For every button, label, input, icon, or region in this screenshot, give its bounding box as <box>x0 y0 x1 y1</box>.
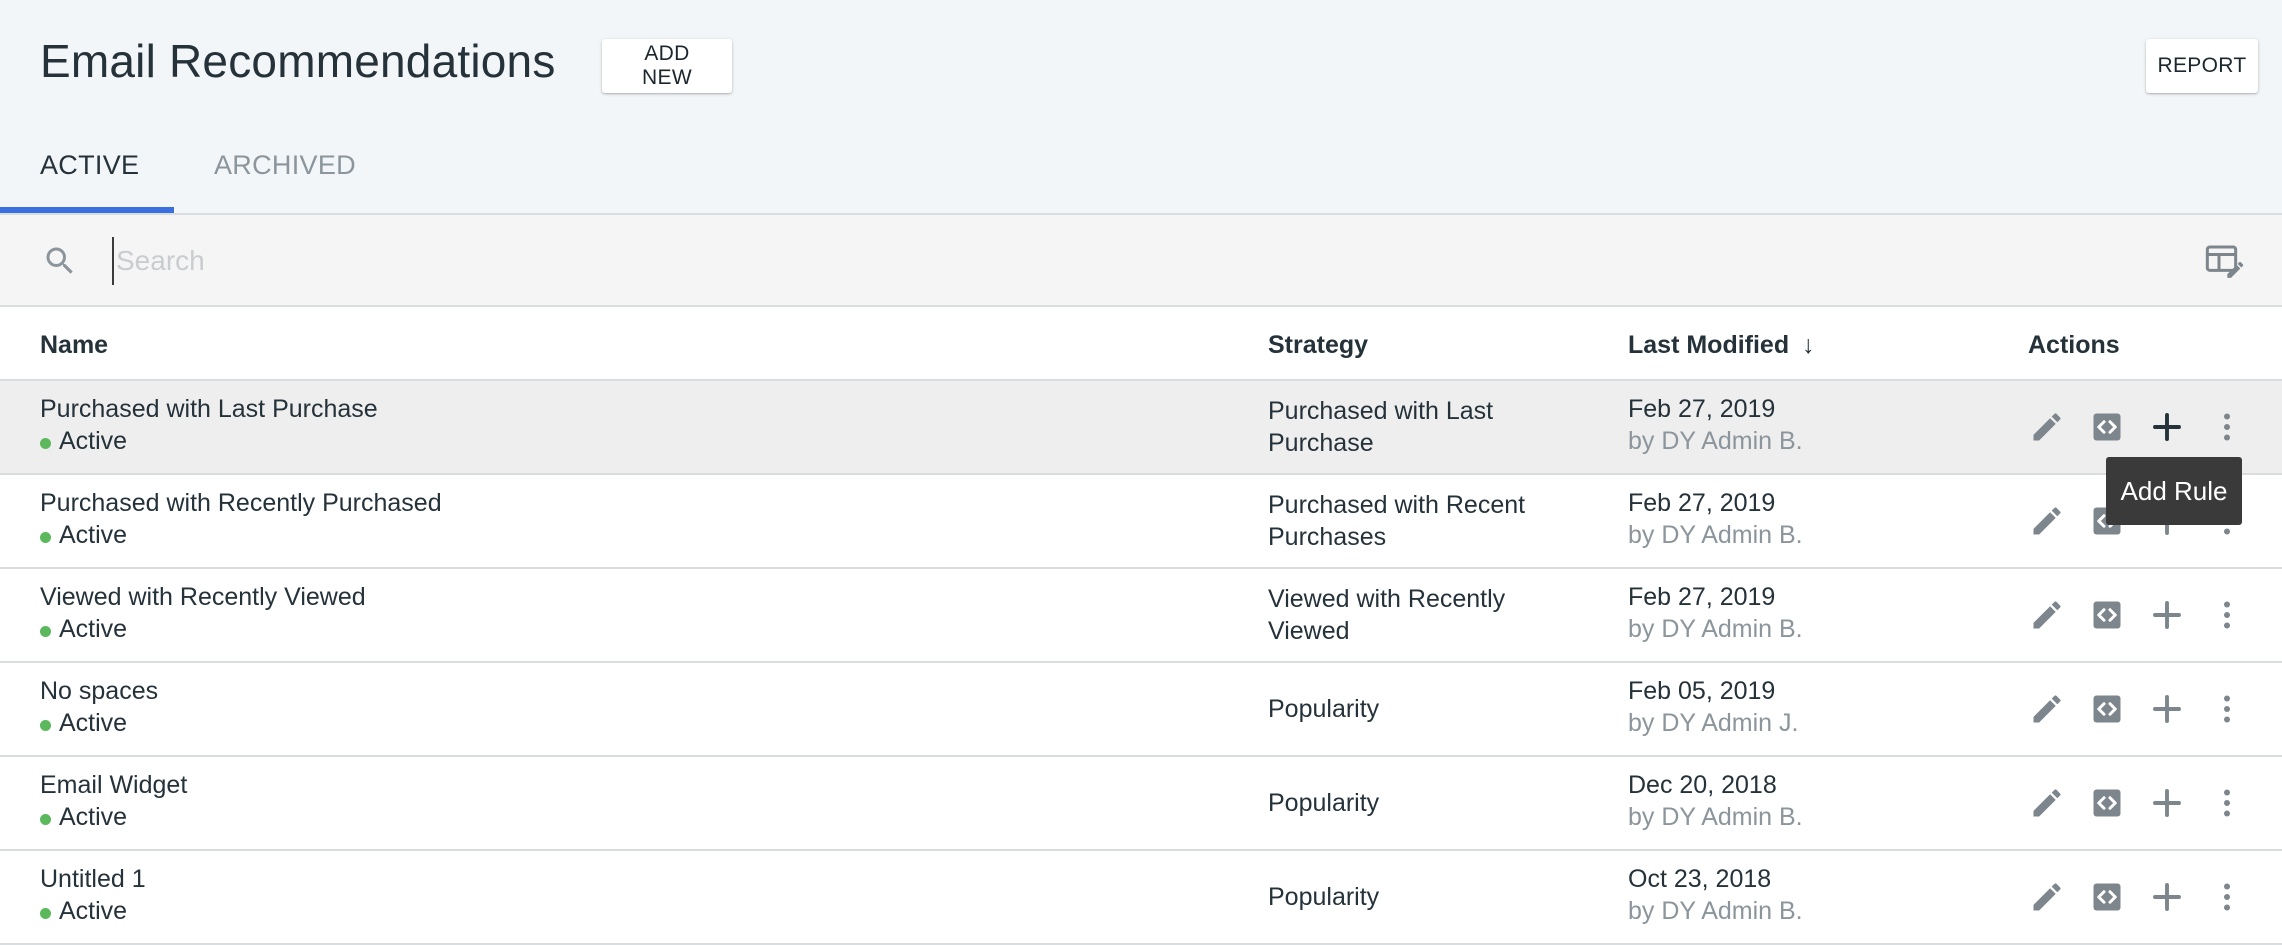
more-vertical-icon[interactable] <box>2209 409 2245 445</box>
row-name[interactable]: Purchased with Recently Purchased <box>40 489 442 518</box>
table-row[interactable]: Purchased with Last Purchase Active Purcha… <box>0 381 2282 475</box>
pencil-icon[interactable] <box>2029 503 2065 539</box>
row-modified-by: by DY Admin B. <box>1628 803 1803 831</box>
edit-columns-icon[interactable] <box>2204 242 2244 282</box>
row-strategy-line1: Popularity <box>1268 789 1380 817</box>
row-status: Active <box>40 615 127 644</box>
report-button[interactable]: REPORT <box>2146 39 2258 93</box>
row-status-label: Active <box>59 615 128 643</box>
row-modified-by: by DY Admin B. <box>1628 427 1803 455</box>
table-row[interactable]: Purchased with Recently Purchased Active P… <box>0 475 2282 569</box>
status-dot-icon <box>40 625 51 637</box>
row-last-modified-date: Feb 27, 2019 <box>1628 395 1776 423</box>
row-strategy-line1: Popularity <box>1268 883 1380 911</box>
row-status-label: Active <box>59 427 128 455</box>
row-status-label: Active <box>59 897 128 925</box>
active-tab-indicator <box>0 207 174 213</box>
row-strategy: Popularity <box>1268 693 1568 725</box>
row-name[interactable]: No spaces <box>40 677 158 706</box>
table-row[interactable]: Untitled 1 Active Popularity Oct 23, 2018 by… <box>0 851 2282 945</box>
row-status: Active <box>40 709 127 738</box>
row-status: Active <box>40 803 127 832</box>
row-strategy: Purchased with Recent Purchases <box>1268 489 1568 553</box>
row-last-modified-date: Oct 23, 2018 <box>1628 865 1772 893</box>
column-header-strategy[interactable]: Strategy <box>1268 331 1368 360</box>
pencil-icon[interactable] <box>2029 691 2065 727</box>
row-strategy: Popularity <box>1268 787 1568 819</box>
plus-icon[interactable] <box>2149 785 2185 821</box>
plus-icon[interactable] <box>2149 879 2185 915</box>
table-row[interactable]: Email Widget Active Popularity Dec 20, 2018… <box>0 757 2282 851</box>
row-strategy-line2: Purchase <box>1268 429 1374 457</box>
page-title: Email Recommendations <box>40 35 556 87</box>
row-status: Active <box>40 897 127 926</box>
code-icon[interactable] <box>2089 879 2125 915</box>
plus-icon[interactable] <box>2149 691 2185 727</box>
add-rule-tooltip: Add Rule <box>2106 457 2242 525</box>
column-header-last-modified-label: Last Modified <box>1628 331 1790 359</box>
status-dot-icon <box>40 907 51 919</box>
page-header: Email Recommendations ADD NEW REPORT ACT… <box>0 0 2282 215</box>
row-modified-by: by DY Admin J. <box>1628 709 1799 737</box>
pencil-icon[interactable] <box>2029 785 2065 821</box>
column-header-last-modified[interactable]: Last Modified ↓ <box>1628 331 1815 360</box>
status-dot-icon <box>40 813 51 825</box>
more-vertical-icon[interactable] <box>2209 691 2245 727</box>
row-strategy-line2: Purchases <box>1268 523 1387 551</box>
row-last-modified-date: Feb 05, 2019 <box>1628 677 1776 705</box>
row-name[interactable]: Purchased with Last Purchase <box>40 395 378 424</box>
search-input[interactable] <box>112 237 1112 285</box>
table-row[interactable]: Viewed with Recently Viewed Active Viewed … <box>0 569 2282 663</box>
row-modified-by: by DY Admin B. <box>1628 615 1803 643</box>
row-strategy: Viewed with Recently Viewed <box>1268 583 1568 647</box>
row-last-modified-date: Feb 27, 2019 <box>1628 489 1776 517</box>
code-icon[interactable] <box>2089 785 2125 821</box>
row-strategy-line1: Viewed with Recently <box>1268 585 1506 613</box>
row-strategy-line1: Popularity <box>1268 695 1380 723</box>
pencil-icon[interactable] <box>2029 879 2065 915</box>
row-name[interactable]: Viewed with Recently Viewed <box>40 583 366 612</box>
row-status: Active <box>40 427 127 456</box>
row-modified-by: by DY Admin B. <box>1628 897 1803 925</box>
row-last-modified-date: Feb 27, 2019 <box>1628 583 1776 611</box>
table-row[interactable]: No spaces Active Popularity Feb 05, 2019 by … <box>0 663 2282 757</box>
row-status-label: Active <box>59 521 128 549</box>
row-status-label: Active <box>59 709 128 737</box>
code-icon[interactable] <box>2089 409 2125 445</box>
add-new-button[interactable]: ADD NEW <box>602 39 732 93</box>
sort-descending-icon: ↓ <box>1802 331 1815 359</box>
row-strategy: Purchased with Last Purchase <box>1268 395 1568 459</box>
code-icon[interactable] <box>2089 691 2125 727</box>
pencil-icon[interactable] <box>2029 597 2065 633</box>
search-icon <box>42 243 78 279</box>
row-name[interactable]: Email Widget <box>40 771 187 800</box>
plus-icon[interactable] <box>2149 597 2185 633</box>
tab-active[interactable]: ACTIVE <box>40 150 139 181</box>
code-icon[interactable] <box>2089 597 2125 633</box>
plus-icon[interactable] <box>2149 409 2185 445</box>
pencil-icon[interactable] <box>2029 409 2065 445</box>
row-last-modified-date: Dec 20, 2018 <box>1628 771 1777 799</box>
more-vertical-icon[interactable] <box>2209 879 2245 915</box>
row-strategy-line1: Purchased with Last <box>1268 397 1494 425</box>
column-header-actions: Actions <box>2028 331 2120 359</box>
tab-archived[interactable]: ARCHIVED <box>214 150 356 181</box>
more-vertical-icon[interactable] <box>2209 785 2245 821</box>
row-strategy: Popularity <box>1268 881 1568 913</box>
more-vertical-icon[interactable] <box>2209 597 2245 633</box>
row-modified-by: by DY Admin B. <box>1628 521 1803 549</box>
row-strategy-line1: Purchased with Recent <box>1268 491 1526 519</box>
status-dot-icon <box>40 531 51 543</box>
search-bar <box>0 215 2282 307</box>
status-dot-icon <box>40 437 51 449</box>
table-header: Name Strategy Last Modified ↓ Actions <box>0 307 2282 381</box>
row-name[interactable]: Untitled 1 <box>40 865 146 894</box>
row-status-label: Active <box>59 803 128 831</box>
row-status: Active <box>40 521 127 550</box>
status-dot-icon <box>40 719 51 731</box>
column-header-name[interactable]: Name <box>40 331 108 360</box>
row-strategy-line2: Viewed <box>1268 617 1350 645</box>
